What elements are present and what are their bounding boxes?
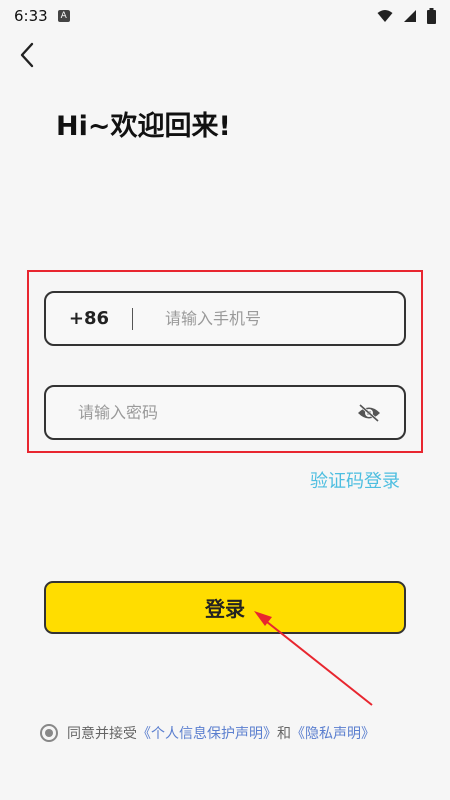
signal-icon	[404, 10, 416, 22]
password-visibility-toggle[interactable]	[356, 402, 382, 424]
agreement-conjunction: 和	[277, 726, 291, 742]
status-time: 6:33	[14, 7, 48, 25]
password-field	[44, 385, 406, 440]
agreement-prefix: 同意并接受	[67, 726, 137, 742]
privacy-protection-link[interactable]: 《个人信息保护声明》	[137, 723, 277, 743]
privacy-policy-link[interactable]: 《隐私声明》	[291, 723, 375, 743]
notification-icon: A	[57, 10, 70, 22]
eye-off-icon	[358, 403, 380, 422]
phone-input[interactable]	[163, 308, 367, 329]
field-divider	[132, 307, 133, 330]
status-left: 6:33 A	[14, 7, 70, 25]
back-button[interactable]	[10, 38, 44, 72]
password-input[interactable]	[76, 402, 320, 423]
wifi-icon	[377, 10, 393, 22]
status-bar: 6:33 A	[0, 0, 450, 32]
country-code-selector[interactable]: +86	[46, 308, 132, 329]
agreement-row: 同意并接受 《个人信息保护声明》 和 《隐私声明》	[40, 723, 375, 743]
sms-code-login-link[interactable]: 验证码登录	[310, 467, 400, 493]
radio-dot	[45, 729, 53, 737]
page-title: Hi~欢迎回来!	[56, 111, 231, 142]
phone-field: +86	[44, 291, 406, 346]
chevron-left-icon	[20, 42, 34, 68]
agreement-radio[interactable]	[40, 724, 58, 742]
status-right	[377, 8, 436, 24]
battery-icon	[427, 8, 436, 24]
login-button[interactable]: 登录	[44, 581, 406, 634]
